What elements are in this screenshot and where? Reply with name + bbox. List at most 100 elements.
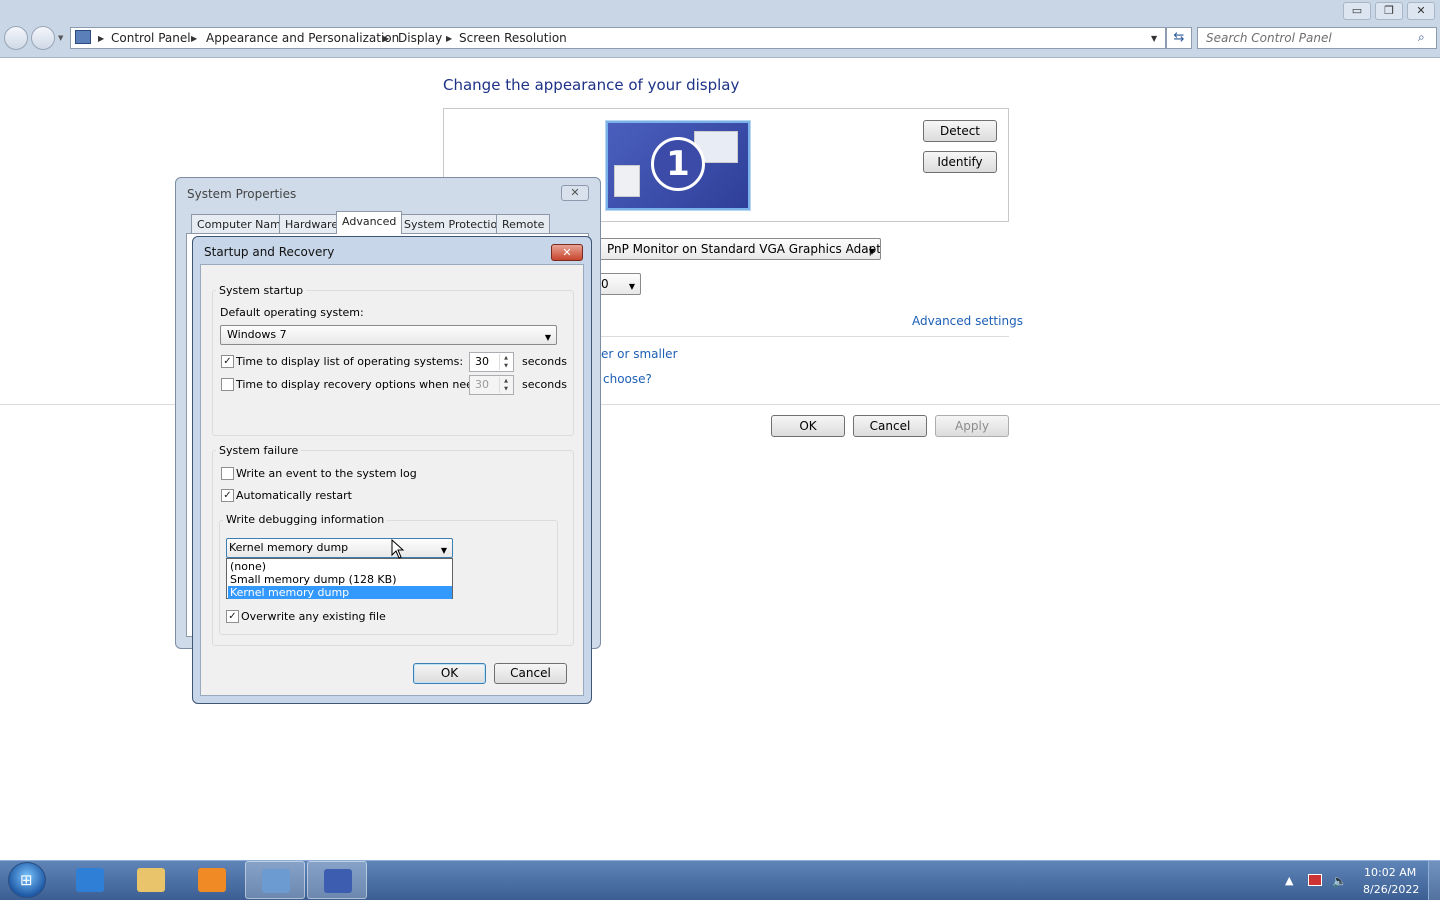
monitor-number-badge: 1	[651, 137, 705, 191]
identify-button[interactable]: Identify	[923, 151, 997, 173]
clock-date[interactable]: 8/26/2022	[1363, 883, 1419, 896]
time-list-value: 30	[475, 355, 489, 368]
chevron-down-icon[interactable]: ▼	[1151, 34, 1157, 43]
orientation-select-value: 0	[601, 277, 609, 291]
close-icon: ✕	[562, 246, 572, 259]
default-os-value: Windows 7	[227, 328, 287, 341]
startup-recovery-title: Startup and Recovery	[204, 245, 335, 259]
startup-cancel-button[interactable]: Cancel	[494, 663, 567, 684]
auto-restart-checkbox[interactable]: ✓	[221, 489, 234, 502]
display-select[interactable]: PnP Monitor on Standard VGA Graphics Ada…	[596, 238, 881, 260]
orientation-select[interactable]: 0 ▼	[596, 273, 641, 295]
system-startup-label: System startup	[216, 284, 307, 297]
system-failure-label: System failure	[216, 444, 302, 457]
start-button[interactable]: ⊞	[8, 862, 46, 898]
mouse-cursor-icon	[391, 539, 405, 559]
volume-muted-icon[interactable]: 🔈	[1332, 874, 1347, 888]
taskbar-system-properties[interactable]	[307, 861, 367, 899]
time-recovery-spinner: 30 ▲ ▼	[469, 375, 514, 395]
chevron-down-icon: ▼	[544, 333, 551, 342]
minimize-button[interactable]: ▭	[1343, 2, 1371, 20]
search-icon[interactable]: ⌕	[1418, 30, 1425, 45]
chevron-down-icon: ▼	[628, 282, 635, 291]
dropdown-option-none[interactable]: (none)	[228, 560, 452, 573]
ok-button[interactable]: OK	[771, 415, 845, 437]
chevron-right-icon: ▶	[191, 34, 198, 43]
media-player-icon	[198, 868, 226, 892]
close-icon: ✕	[570, 186, 580, 199]
debug-info-select[interactable]: Kernel memory dump ▼	[226, 538, 453, 558]
restore-button[interactable]: ❐	[1375, 2, 1403, 20]
cancel-button[interactable]: Cancel	[853, 415, 927, 437]
spin-up-icon[interactable]: ▲	[499, 354, 512, 362]
debug-info-label: Write debugging information	[223, 513, 388, 526]
monitor-window-icon	[614, 165, 640, 197]
default-os-select[interactable]: Windows 7 ▼	[220, 325, 557, 345]
tab-remote[interactable]: Remote	[496, 214, 551, 234]
divider	[600, 336, 1009, 337]
write-event-label: Write an event to the system log	[236, 467, 417, 480]
time-list-label: Time to display list of operating system…	[236, 355, 464, 368]
time-recovery-checkbox[interactable]	[221, 378, 234, 391]
spin-down-icon: ▼	[499, 385, 512, 393]
overwrite-label: Overwrite any existing file	[241, 610, 386, 623]
seconds-label: seconds	[522, 378, 567, 391]
computer-icon	[75, 30, 91, 44]
choose-settings-link[interactable]: choose?	[603, 372, 652, 386]
dropdown-option-small-dump[interactable]: Small memory dump (128 KB)	[228, 573, 452, 586]
debug-info-dropdown-list: (none) Small memory dump (128 KB) Kernel…	[226, 558, 453, 599]
detect-button[interactable]: Detect	[923, 120, 997, 142]
clock-time[interactable]: 10:02 AM	[1364, 866, 1416, 879]
default-os-label: Default operating system:	[220, 306, 364, 319]
taskbar-windows-explorer[interactable]	[121, 861, 181, 899]
debug-info-value: Kernel memory dump	[229, 541, 349, 554]
taskbar-internet-explorer[interactable]	[60, 861, 120, 899]
folder-icon	[137, 868, 165, 892]
taskbar-media-player[interactable]	[182, 861, 242, 899]
action-center-icon[interactable]	[1308, 874, 1322, 886]
show-hidden-icons-icon[interactable]: ▲	[1285, 874, 1293, 887]
startup-recovery-close-button[interactable]: ✕	[551, 244, 583, 261]
show-desktop-button[interactable]	[1428, 861, 1440, 900]
recent-pages-icon[interactable]: ▼	[58, 34, 63, 42]
dropdown-option-kernel-dump[interactable]: Kernel memory dump	[228, 586, 452, 599]
time-list-spinner[interactable]: 30 ▲ ▼	[469, 352, 514, 372]
breadcrumb-control-panel[interactable]: Control Panel	[111, 31, 191, 45]
chevron-down-icon: ▼	[440, 546, 447, 555]
startup-ok-button[interactable]: OK	[413, 663, 486, 684]
time-list-checkbox[interactable]: ✓	[221, 355, 234, 368]
seconds-label: seconds	[522, 355, 567, 368]
page-title: Change the appearance of your display	[443, 76, 740, 94]
refresh-button[interactable]: ⇆	[1166, 27, 1192, 49]
breadcrumb-screen-resolution[interactable]: Screen Resolution	[459, 31, 567, 45]
breadcrumb-display[interactable]: Display	[398, 31, 442, 45]
write-event-checkbox[interactable]	[221, 467, 234, 480]
taskbar-control-panel[interactable]	[245, 861, 305, 899]
time-recovery-label: Time to display recovery options when ne…	[236, 378, 498, 391]
overwrite-checkbox[interactable]: ✓	[226, 610, 239, 623]
internet-explorer-icon	[76, 868, 104, 892]
search-input[interactable]: Search Control Panel	[1197, 27, 1437, 49]
windows-logo-icon: ⊞	[20, 871, 33, 889]
spin-up-icon: ▲	[499, 377, 512, 385]
time-recovery-value: 30	[475, 378, 489, 391]
text-size-link[interactable]: er or smaller	[601, 347, 678, 361]
tab-hardware[interactable]: Hardware	[279, 214, 345, 234]
chevron-right-icon: ▶	[446, 34, 453, 43]
tab-advanced[interactable]: Advanced	[336, 211, 403, 234]
spin-down-icon[interactable]: ▼	[499, 362, 512, 370]
tab-system-protection[interactable]: System Protection	[398, 214, 511, 234]
chevron-down-icon: ▼	[868, 247, 875, 256]
address-bar[interactable]: ▶ Control Panel ▶ Appearance and Persona…	[70, 27, 1166, 49]
forward-button[interactable]	[31, 26, 55, 50]
back-button[interactable]	[4, 26, 28, 50]
auto-restart-label: Automatically restart	[236, 489, 352, 502]
system-properties-title: System Properties	[187, 187, 297, 201]
control-panel-icon	[262, 869, 290, 893]
advanced-settings-link[interactable]: Advanced settings	[912, 314, 1023, 328]
close-window-button[interactable]: ✕	[1407, 2, 1435, 20]
chevron-right-icon: ▶	[383, 34, 390, 43]
breadcrumb-appearance[interactable]: Appearance and Personalization	[206, 31, 399, 45]
refresh-icon: ⇆	[1173, 30, 1185, 45]
system-properties-close-button[interactable]: ✕	[561, 185, 589, 201]
